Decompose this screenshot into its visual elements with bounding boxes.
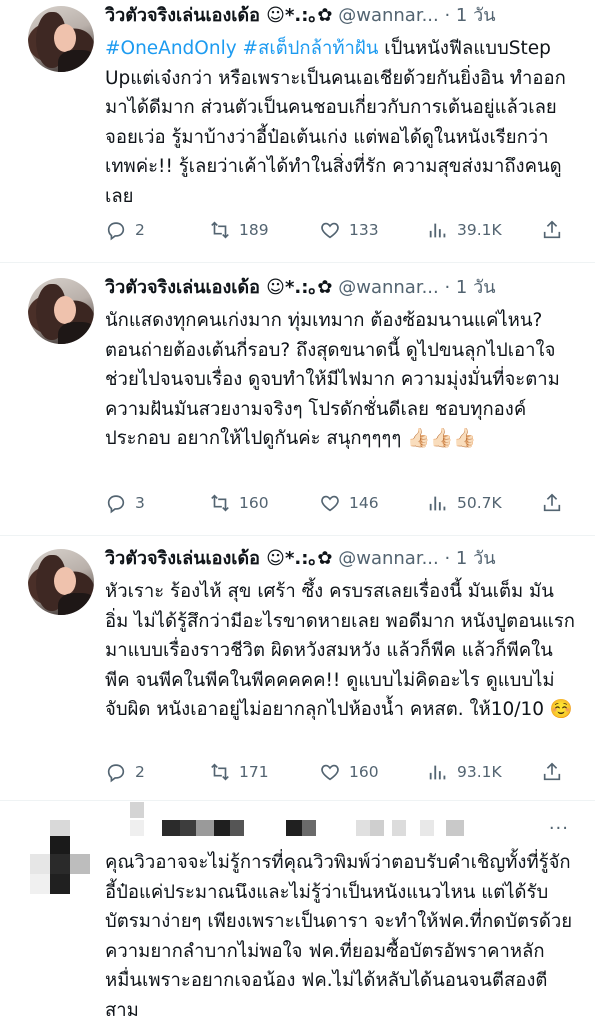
share-icon [543, 220, 561, 239]
pixelated-header [120, 802, 480, 842]
retweet-icon [211, 763, 229, 781]
tweet-body: เป็นหนังฟีลแบบStep Upแต่เจ๋งกว่า หรือเพร… [105, 38, 566, 207]
views-button[interactable]: 50.7K [427, 490, 502, 516]
timestamp[interactable]: · 1 วัน [444, 548, 495, 569]
reply-icon [107, 495, 125, 514]
like-button[interactable]: 160 [319, 759, 379, 785]
reply-icon [107, 222, 125, 241]
share-icon [543, 762, 561, 781]
like-count: 146 [349, 494, 379, 512]
like-icon [321, 222, 339, 239]
handle[interactable]: @wannar... [338, 5, 439, 26]
views-icon [429, 496, 446, 511]
retweet-count: 171 [239, 763, 269, 781]
like-button[interactable]: 146 [319, 490, 379, 516]
reply-button[interactable]: 2 [105, 217, 145, 243]
avatar[interactable] [28, 278, 94, 344]
pixelated-avatar[interactable] [28, 820, 94, 898]
reply-icon [107, 764, 125, 783]
timestamp[interactable]: · 1 วัน [444, 5, 495, 26]
avatar[interactable] [28, 6, 94, 72]
display-name[interactable]: วิวตัวจริงเล่นเองเด้อ ☺︎*.:｡✿ [105, 5, 332, 26]
like-icon [321, 764, 339, 781]
reply-count: 2 [135, 221, 145, 239]
views-icon [429, 223, 446, 238]
divider [0, 262, 595, 263]
display-name[interactable]: วิวตัวจริงเล่นเองเด้อ ☺︎*.:｡✿ [105, 548, 332, 569]
reply-button[interactable]: 3 [105, 490, 145, 516]
handle[interactable]: @wannar... [338, 548, 439, 569]
views-count: 39.1K [457, 221, 502, 239]
views-icon [429, 765, 446, 780]
tweet-header: วิวตัวจริงเล่นเองเด้อ ☺︎*.:｡✿ @wannar...… [105, 276, 496, 300]
share-button[interactable] [541, 490, 571, 516]
hashtags[interactable]: #OneAndOnly #สเต็ปกล้าท้าฝัน [105, 38, 378, 59]
reply-button[interactable]: 2 [105, 759, 145, 785]
reply-count: 3 [135, 494, 145, 512]
retweet-button[interactable]: 189 [209, 217, 269, 243]
tweet-actions: 3 160 146 50.7K [105, 490, 575, 516]
share-button[interactable] [541, 217, 571, 243]
retweet-count: 160 [239, 494, 269, 512]
censored-reply[interactable]: ··· คุณวิวอาจจะไม่รู้การที่คุณวิวพิมพ์ว่… [0, 800, 595, 1024]
reply-text: คุณวิวอาจจะไม่รู้การที่คุณวิวพิมพ์ว่าตอบ… [105, 852, 573, 1021]
tweet-text: #OneAndOnly #สเต็ปกล้าท้าฝัน เป็นหนังฟีล… [105, 34, 575, 212]
share-icon [543, 493, 561, 512]
divider [0, 535, 595, 536]
views-button[interactable]: 93.1K [427, 759, 502, 785]
like-count: 160 [349, 763, 379, 781]
views-count: 50.7K [457, 494, 502, 512]
reply-count: 2 [135, 763, 145, 781]
retweet-button[interactable]: 160 [209, 490, 269, 516]
timestamp[interactable]: · 1 วัน [444, 277, 495, 298]
retweet-icon [211, 494, 229, 512]
like-button[interactable]: 133 [319, 217, 379, 243]
retweet-icon [211, 221, 229, 239]
like-icon [321, 495, 339, 512]
views-button[interactable]: 39.1K [427, 217, 502, 243]
tweet-header: วิวตัวจริงเล่นเองเด้อ ☺︎*.:｡✿ @wannar...… [105, 547, 496, 571]
avatar[interactable] [28, 549, 94, 615]
share-button[interactable] [541, 759, 571, 785]
display-name[interactable]: วิวตัวจริงเล่นเองเด้อ ☺︎*.:｡✿ [105, 277, 332, 298]
tweet-actions: 2 189 133 39.1K [105, 217, 575, 243]
handle[interactable]: @wannar... [338, 277, 439, 298]
retweet-button[interactable]: 171 [209, 759, 269, 785]
tweet-actions: 2 171 160 93.1K [105, 759, 575, 785]
more-options-icon[interactable]: ··· [549, 818, 569, 839]
views-count: 93.1K [457, 763, 502, 781]
tweet-text: หัวเราะ ร้องไห้ สุข เศร้า ซึ้ง ครบรสเลยเ… [105, 581, 575, 721]
retweet-count: 189 [239, 221, 269, 239]
like-count: 133 [349, 221, 379, 239]
tweet-text: นักแสดงทุกคนเก่งมาก ทุ่มเทมาก ต้องซ้อมนา… [105, 310, 560, 450]
tweet-header: วิวตัวจริงเล่นเองเด้อ ☺︎*.:｡✿ @wannar...… [105, 4, 496, 28]
